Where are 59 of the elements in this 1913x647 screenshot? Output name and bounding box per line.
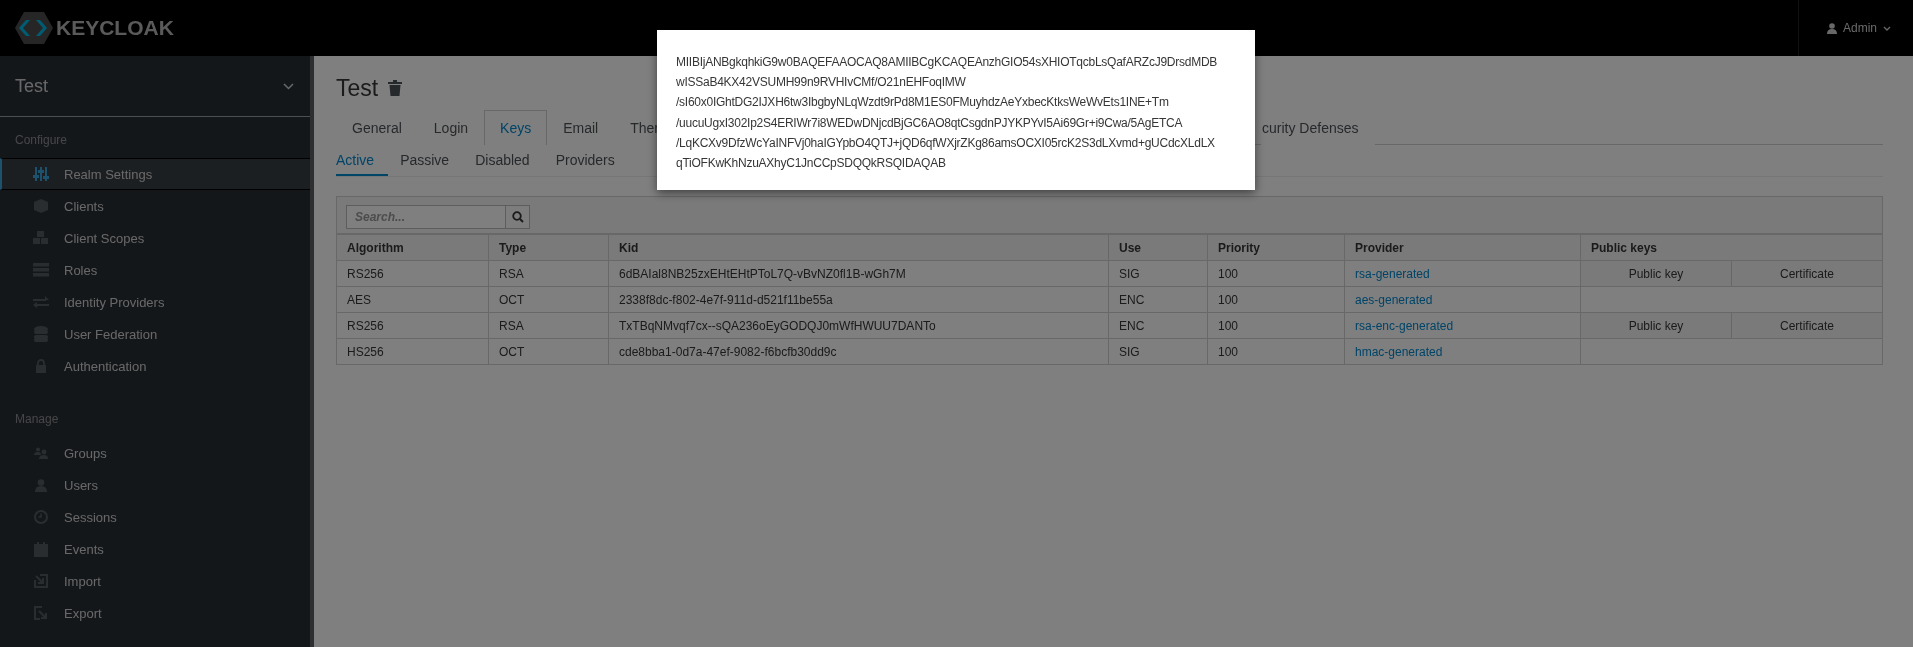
table-cell: RS256 — [337, 260, 489, 287]
table-cell: 6dBAIal8NB25zxEHtEHtPToL7Q-vBvNZ0fl1B-wGh7M — [608, 260, 1109, 287]
table-cell: HS256 — [337, 338, 489, 364]
tab[interactable]: Keys — [484, 110, 548, 145]
nav-item[interactable]: Events — [0, 533, 310, 565]
nav-item[interactable]: Roles — [0, 254, 310, 286]
provider-link[interactable]: aes-generated — [1355, 292, 1433, 307]
caret-icon — [1883, 25, 1891, 31]
column-header: Kid — [608, 234, 1109, 261]
user-icon — [1827, 22, 1837, 34]
subtab[interactable]: Disabled — [475, 145, 544, 176]
table-cell: TxTBqNMvqf7cx--sQA236oEyGODQJ0mWfHWUU7DANTo — [608, 312, 1109, 339]
column-header: Provider — [1344, 234, 1581, 261]
nav-item[interactable]: User Federation — [0, 318, 310, 350]
table-cell: RSA — [488, 260, 609, 287]
table-cell: 2338f8dc-f802-4e7f-911d-d521f11be55a — [608, 286, 1109, 313]
search-icon — [511, 211, 524, 223]
table-cell: 100 — [1207, 260, 1345, 287]
realm-title: Test — [336, 74, 379, 102]
column-header: Use — [1108, 234, 1208, 261]
table-cell: ENC — [1108, 312, 1208, 339]
logo-text: KEYCLOAK — [56, 16, 174, 40]
nav-item[interactable]: Users — [0, 469, 310, 501]
column-header: Priority — [1207, 234, 1345, 261]
nav-item[interactable]: Clients — [0, 190, 310, 222]
table-cell: 100 — [1207, 286, 1345, 313]
public-key-button[interactable]: Public key — [1580, 260, 1732, 287]
public-key-text: MIIBIjANBgkqhkiG9w0BAQEFAAOCAQ8AMIIBCgKCAQEAnzhGIO54sXHIOTqcbLsQafARZcJ9DrsdMDB wISSaB4KX42VSUMH99n9RVHIvCMf/O21nEHFoqIMW /sI60x0IGhtDG2IJXH6tw3IbgbyNLqWzdt9rPd8M1ES0FMuyhdzAeYxbecKtksWeWvEts1INE+Tm /uucuUgxI302Ip2S4ERIWr7i8WEDwDNjcdBjGC6AO8qtCsgdnPJYKPYvI5Ai69Gr+i9Cwa/5AgETCA /LqKCXv9DfzWcYaINFVj0haIGYpbO4QTJ+jQD6qfWXjrZKg86amsOCXI05rcK2S3dLXvmd+gUCdcXLdLX qTiOFKwKhNzuAXhyC1JnCCpSDQQkRSQIDAQAB — [676, 54, 1219, 172]
table-cell: RS256 — [337, 312, 489, 339]
table-cell: RSA — [488, 312, 609, 339]
column-header: Algorithm — [337, 234, 489, 261]
public-key-button[interactable]: Certificate — [1731, 260, 1882, 287]
table-cell: 100 — [1207, 312, 1345, 339]
table-cell: AES — [337, 286, 489, 313]
table-cell: SIG — [1108, 260, 1208, 287]
realm-selector[interactable]: Test — [0, 56, 310, 117]
nav-item[interactable]: Export — [0, 597, 310, 629]
search-button[interactable] — [506, 205, 530, 229]
table-cell: ENC — [1108, 286, 1208, 313]
table-cell: OCT — [488, 286, 609, 313]
provider-link[interactable]: rsa-generated — [1355, 266, 1430, 281]
subtab[interactable]: Passive — [400, 145, 464, 176]
nav-item[interactable]: Identity Providers — [0, 286, 310, 318]
column-header: Type — [488, 234, 609, 261]
subtab[interactable]: Providers — [555, 145, 629, 176]
public-key-button[interactable]: Public key — [1580, 312, 1732, 339]
trash-icon[interactable] — [388, 80, 403, 96]
column-header: Public keys — [1580, 234, 1882, 261]
public-key-button[interactable]: Certificate — [1731, 312, 1882, 339]
subtab[interactable]: Active — [336, 145, 389, 176]
nav-item[interactable]: Groups — [0, 437, 310, 469]
nav-item[interactable]: Authentication — [0, 350, 310, 382]
nav-item[interactable]: Client Scopes — [0, 222, 310, 254]
nav-item[interactable]: Sessions — [0, 501, 310, 533]
hexagon-logo-icon — [14, 11, 54, 45]
nav-item[interactable]: Import — [0, 565, 310, 597]
nav-item[interactable]: Realm Settings — [0, 158, 310, 190]
chevron-down-icon — [283, 82, 294, 90]
sliders-icon — [33, 167, 49, 181]
